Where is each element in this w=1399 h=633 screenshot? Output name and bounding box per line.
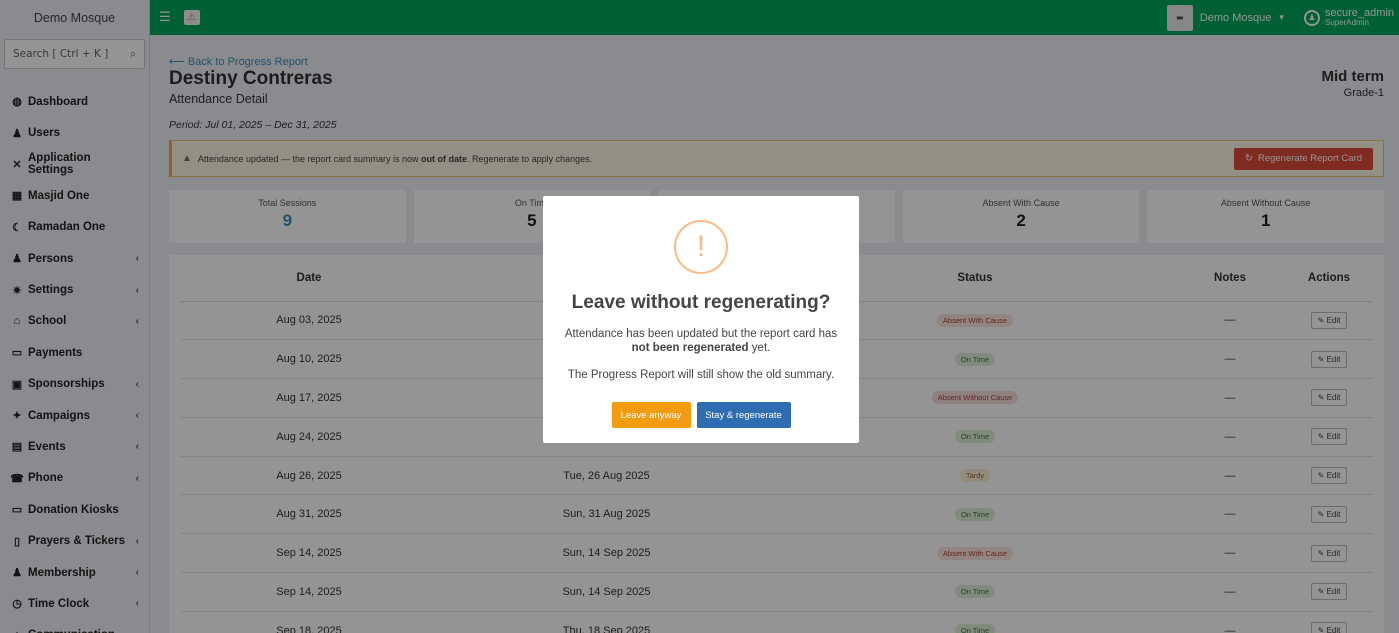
modal-body-bold: not been regenerated — [631, 342, 749, 355]
exclamation-icon: ! — [674, 220, 728, 274]
leave-anyway-button[interactable]: Leave anyway — [611, 402, 691, 428]
modal-title: Leave without regenerating? — [571, 292, 831, 313]
stay-and-regenerate-button[interactable]: Stay & regenerate — [696, 402, 791, 428]
modal-body-secondary: The Progress Report will still show the … — [567, 369, 835, 381]
modal-body-pre: Attendance has been updated but the repo… — [564, 328, 838, 340]
modal-body-post: yet. — [751, 342, 771, 355]
modal-body: Attendance has been updated but the repo… — [561, 327, 841, 356]
leave-confirm-modal: ! Leave without regenerating? Attendance… — [543, 196, 859, 443]
